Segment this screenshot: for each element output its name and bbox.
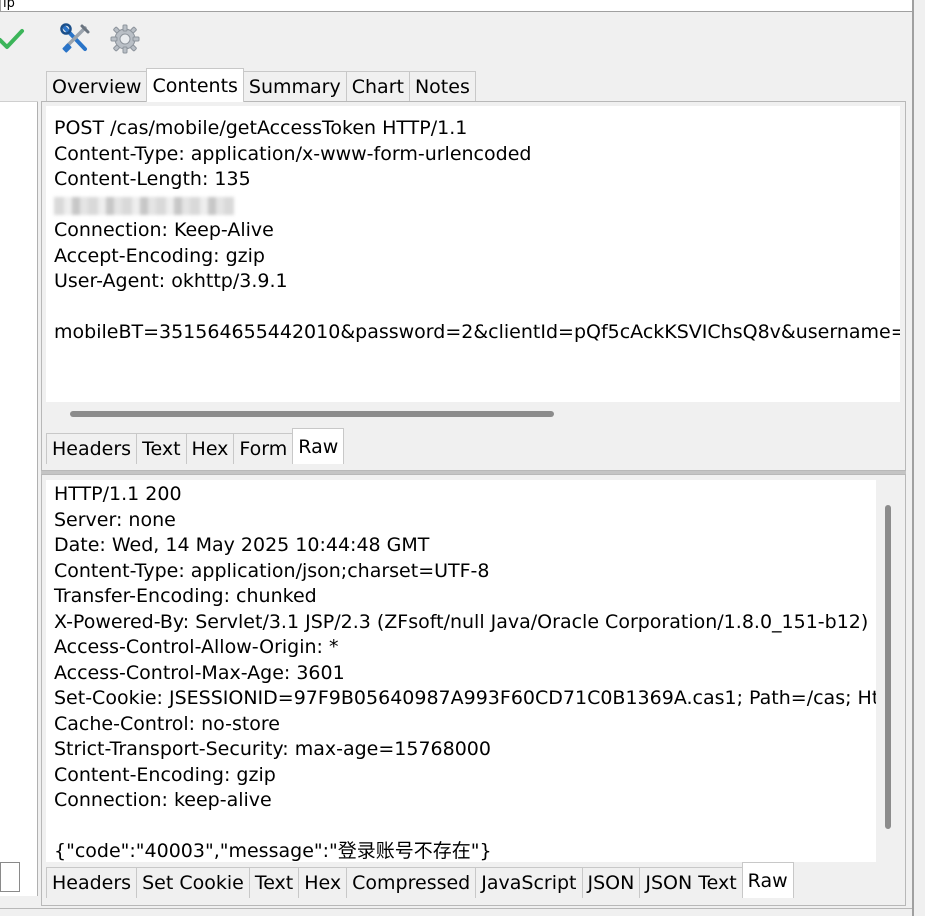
request-line: POST /cas/mobile/getAccessToken HTTP/1.1: [54, 117, 468, 139]
tab-label: JSON Text: [645, 872, 737, 894]
window: ip Overview Contents Summary Chart Notes…: [0, 0, 925, 916]
tab-overview[interactable]: Overview: [46, 71, 148, 102]
quickexec-input[interactable]: [0, 862, 20, 892]
response-line: Access-Control-Allow-Origin: *: [54, 636, 339, 658]
session-list-panel[interactable]: [0, 66, 38, 910]
address-bar-text: ip: [3, 0, 15, 11]
tab-label: Notes: [414, 76, 470, 98]
tab-label: Raw: [747, 869, 788, 892]
tab-response-text[interactable]: Text: [248, 867, 300, 898]
tab-response-json-text[interactable]: JSON Text: [639, 867, 743, 898]
tab-response-compressed[interactable]: Compressed: [346, 867, 477, 898]
window-right-border: [912, 0, 914, 916]
tab-request-hex[interactable]: Hex: [185, 433, 235, 464]
response-line: Connection: keep-alive: [54, 789, 272, 811]
request-body-line: mobileBT=351564655442010&password=2&clie…: [54, 321, 900, 343]
tab-summary[interactable]: Summary: [242, 71, 347, 102]
request-line-redacted: [54, 193, 900, 219]
tab-label: JSON: [587, 872, 635, 894]
tab-request-text[interactable]: Text: [136, 433, 187, 464]
tab-response-set-cookie[interactable]: Set Cookie: [136, 867, 250, 898]
tab-response-json[interactable]: JSON: [581, 867, 641, 898]
response-line: Date: Wed, 14 May 2025 10:44:48 GMT: [54, 534, 430, 556]
tab-label: Chart: [351, 76, 404, 98]
tab-label: Text: [254, 872, 294, 894]
request-view-tabs: Headers Text Hex Form Raw: [46, 428, 345, 464]
response-line: Content-Encoding: gzip: [54, 763, 276, 786]
response-line: Set-Cookie: JSESSIONID=97F9B05640987A993…: [54, 687, 876, 709]
response-raw-text[interactable]: HTTP/1.1 200 Server: none Date: Wed, 14 Ma…: [46, 480, 876, 862]
response-line: Cache-Control: no-store: [54, 712, 280, 735]
tab-label: Headers: [52, 438, 132, 460]
tab-request-headers[interactable]: Headers: [46, 433, 138, 464]
check-icon[interactable]: [0, 22, 28, 56]
redacted-host-line: [54, 196, 234, 215]
response-line: HTTP/1.1 200: [54, 483, 182, 505]
tab-label: JavaScript: [481, 872, 577, 894]
address-bar-fragment[interactable]: ip: [0, 0, 914, 12]
inspector-tabs: Overview Contents Summary Chart Notes: [46, 68, 476, 102]
tab-chart[interactable]: Chart: [345, 71, 410, 102]
response-line: Transfer-Encoding: chunked: [54, 585, 317, 607]
tab-label: Raw: [298, 435, 339, 458]
session-list-header: [0, 66, 38, 102]
tab-label: Compressed: [352, 872, 471, 894]
tab-request-form[interactable]: Form: [233, 433, 294, 464]
request-line: Accept-Encoding: gzip: [54, 244, 265, 267]
response-scroll-thumb[interactable]: [885, 505, 891, 829]
request-line-blank: ​: [54, 295, 900, 321]
response-line-blank: ​: [54, 814, 876, 840]
tab-request-raw[interactable]: Raw: [292, 428, 345, 464]
tab-response-javascript[interactable]: JavaScript: [475, 867, 583, 898]
tab-response-hex[interactable]: Hex: [298, 867, 348, 898]
request-line: User-Agent: okhttp/3.9.1: [54, 270, 288, 292]
tab-response-raw[interactable]: Raw: [741, 862, 794, 898]
response-line: Server: none: [54, 508, 176, 531]
tab-label: Set Cookie: [142, 872, 244, 894]
tab-response-headers[interactable]: Headers: [46, 867, 138, 898]
window-bottom-border: [0, 908, 912, 916]
request-raw-text[interactable]: POST /cas/mobile/getAccessToken HTTP/1.1…: [46, 106, 900, 402]
tab-label: Form: [239, 438, 288, 460]
request-line: Content-Type: application/x-www-form-url…: [54, 142, 532, 165]
tab-label: Summary: [248, 76, 341, 98]
request-scroll-thumb[interactable]: [70, 411, 554, 417]
gear-icon[interactable]: [108, 22, 142, 56]
tab-label: Overview: [52, 76, 142, 98]
response-line: Content-Type: application/json;charset=U…: [54, 559, 490, 582]
tab-contents[interactable]: Contents: [146, 68, 244, 102]
response-line: Strict-Transport-Security: max-age=15768…: [54, 738, 491, 760]
request-line: Content-Length: 135: [54, 168, 251, 190]
response-line: Access-Control-Max-Age: 3601: [54, 661, 345, 684]
tab-label: Hex: [191, 438, 229, 460]
toolbar: [0, 14, 912, 64]
tab-label: Contents: [152, 74, 238, 97]
tools-icon[interactable]: [58, 22, 92, 56]
tab-notes[interactable]: Notes: [408, 71, 476, 102]
response-view-tabs: Headers Set Cookie Text Hex Compressed J…: [46, 862, 794, 898]
response-line: X-Powered-By: Servlet/3.1 JSP/2.3 (ZFsof…: [54, 610, 869, 633]
response-body-line: {"code":"40003","message":"登录账号不存在"}: [54, 840, 492, 862]
request-line: Connection: Keep-Alive: [54, 219, 274, 241]
tab-label: Hex: [304, 872, 342, 894]
tab-label: Headers: [52, 872, 132, 894]
tab-label: Text: [142, 438, 181, 460]
